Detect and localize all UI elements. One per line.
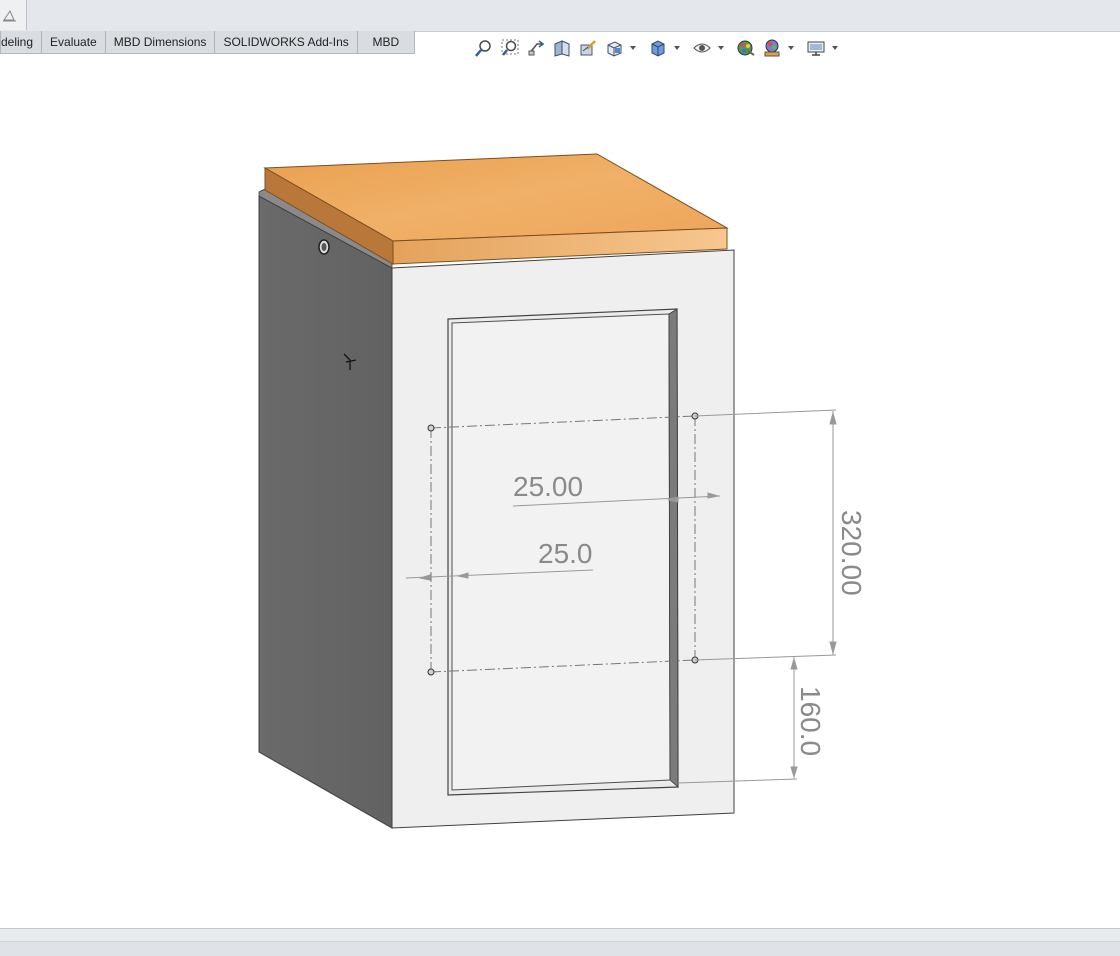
sketch-corner-button[interactable] — [0, 0, 27, 30]
tab-mbd-dimensions[interactable]: MBD Dimensions — [106, 31, 216, 53]
cabinet-side-panel[interactable] — [258, 195, 393, 829]
tab-evaluate[interactable]: Evaluate — [42, 31, 106, 53]
tab-solidworks-add-ins[interactable]: SOLIDWORKS Add-Ins — [215, 31, 358, 53]
chevron-down-icon — [788, 46, 794, 50]
chevron-down-icon — [718, 46, 724, 50]
tab-mbd[interactable]: MBD — [358, 31, 414, 53]
door-hinge-edge — [668, 308, 679, 788]
chevron-down-icon — [674, 46, 680, 50]
tab-modeling[interactable]: deling — [1, 31, 43, 53]
dimension-bottom[interactable]: 160.0 — [795, 686, 826, 756]
dimension-height[interactable]: 320.00 — [836, 510, 867, 596]
dimension-side-offset[interactable]: 25.0 — [538, 538, 593, 569]
chevron-down-icon — [832, 46, 838, 50]
chevron-down-icon — [630, 46, 636, 50]
status-bar — [0, 928, 1120, 956]
model-view[interactable]: 25.00 25.0 320.00 160.0 — [0, 54, 1120, 928]
title-bar — [0, 0, 1120, 32]
sketch-icon — [3, 9, 16, 22]
dimension-top-offset[interactable]: 25.00 — [513, 471, 583, 502]
command-manager-tabs: deling Evaluate MBD Dimensions SOLIDWORK… — [0, 31, 415, 54]
graphics-area[interactable]: 25.00 25.0 320.00 160.0 — [0, 54, 1120, 928]
